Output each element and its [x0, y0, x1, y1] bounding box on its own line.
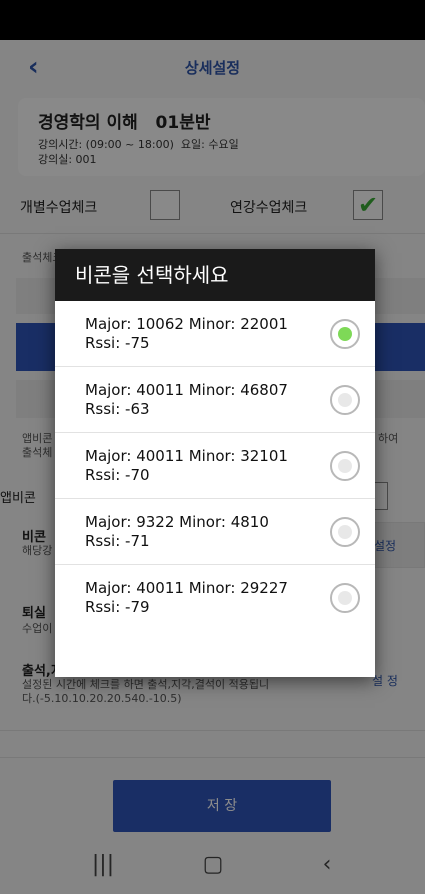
- beacon-select-dialog: 비콘을 선택하세요 Major: 10062 Minor: 22001 Rssi:…: [55, 249, 375, 677]
- radio-button[interactable]: [330, 385, 360, 415]
- dialog-title: 비콘을 선택하세요: [55, 249, 375, 301]
- beacon-major: Major: 40011: [85, 579, 184, 597]
- beacon-rssi: Rssi: -75: [85, 334, 150, 352]
- beacon-rssi: Rssi: -63: [85, 400, 150, 418]
- radio-button[interactable]: [330, 451, 360, 481]
- beacon-info: Major: 40011 Minor: 46807 Rssi: -63: [85, 381, 288, 419]
- beacon-major: Major: 9322: [85, 513, 175, 531]
- radio-dot: [338, 591, 352, 605]
- beacon-item[interactable]: Major: 10062 Minor: 22001 Rssi: -75: [55, 301, 375, 367]
- radio-dot: [338, 459, 352, 473]
- radio-selected[interactable]: [330, 319, 360, 349]
- radio-button[interactable]: [330, 517, 360, 547]
- beacon-item[interactable]: Major: 9322 Minor: 4810 Rssi: -71: [55, 499, 375, 565]
- status-bar: [0, 0, 425, 40]
- beacon-minor: Minor: 4810: [179, 513, 269, 531]
- beacon-list: Major: 10062 Minor: 22001 Rssi: -75 Major:…: [55, 301, 375, 631]
- beacon-rssi: Rssi: -71: [85, 532, 150, 550]
- beacon-major: Major: 10062: [85, 315, 184, 333]
- beacon-major: Major: 40011: [85, 447, 184, 465]
- beacon-minor: Minor: 46807: [188, 381, 288, 399]
- beacon-rssi: Rssi: -70: [85, 466, 150, 484]
- beacon-info: Major: 9322 Minor: 4810 Rssi: -71: [85, 513, 269, 551]
- beacon-rssi: Rssi: -79: [85, 598, 150, 616]
- beacon-info: Major: 10062 Minor: 22001 Rssi: -75: [85, 315, 288, 353]
- beacon-info: Major: 40011 Minor: 29227 Rssi: -79: [85, 579, 288, 617]
- radio-dot: [338, 327, 352, 341]
- beacon-info: Major: 40011 Minor: 32101 Rssi: -70: [85, 447, 288, 485]
- beacon-item[interactable]: Major: 40011 Minor: 46807 Rssi: -63: [55, 367, 375, 433]
- radio-dot: [338, 525, 352, 539]
- beacon-minor: Minor: 29227: [188, 579, 288, 597]
- beacon-minor: Minor: 32101: [188, 447, 288, 465]
- radio-button[interactable]: [330, 583, 360, 613]
- beacon-minor: Minor: 22001: [188, 315, 288, 333]
- radio-dot: [338, 393, 352, 407]
- beacon-item[interactable]: Major: 40011 Minor: 32101 Rssi: -70: [55, 433, 375, 499]
- detail-settings-screen: ‹ 상세설정 경영학의 이해 01분반 강의시간: (09:00 ~ 18:00…: [0, 40, 425, 894]
- beacon-major: Major: 40011: [85, 381, 184, 399]
- beacon-item[interactable]: Major: 40011 Minor: 29227 Rssi: -79: [55, 565, 375, 631]
